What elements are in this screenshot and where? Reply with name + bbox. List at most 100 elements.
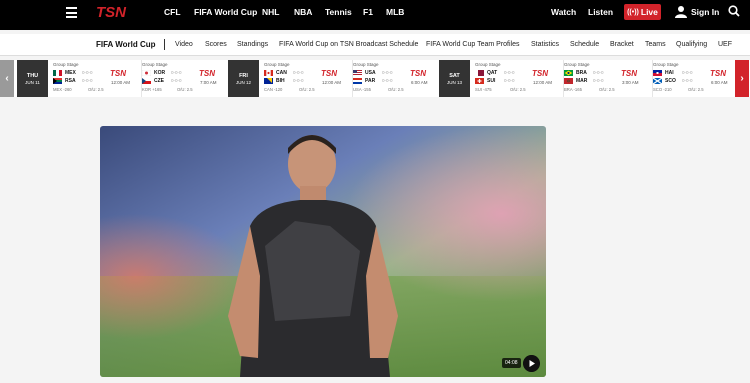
day-date: JUN 12 [235, 79, 251, 85]
svg-text:TSN: TSN [96, 4, 127, 20]
subnav-item-uefa[interactable]: UEF [718, 41, 732, 48]
flag-czechia-icon [142, 77, 151, 84]
day-tab-sat[interactable]: SAT JUN 13 [439, 60, 470, 97]
flag-morocco-icon [564, 77, 573, 84]
team-record: 0-0-0 [504, 78, 515, 83]
subnav-item-qualifying[interactable]: Qualifying [676, 41, 707, 48]
over-under: O/U: 2.5 [510, 87, 526, 92]
day-tab-thu[interactable]: THU JUN 11 [17, 60, 48, 97]
subnav-item-statistics[interactable]: Statistics [531, 41, 559, 48]
team-row: SCO 0-0-0 [653, 77, 693, 84]
team-code: RSA [65, 77, 76, 84]
team-record: 0-0-0 [171, 70, 182, 75]
top-navigation: TSN CFL FIFA World Cup NHL NBA Tennis F1… [0, 0, 750, 30]
tsn-network-logo: TSN [199, 69, 215, 77]
game-card[interactable]: Group Stage KOR 0-0-0 CZE 0-0-0 TSN 7:00… [139, 60, 231, 97]
over-under: O/U: 2.5 [599, 87, 615, 92]
game-stage: Group Stage [264, 62, 290, 67]
nav-link-nhl[interactable]: NHL [262, 7, 279, 17]
day-label: FRI [239, 72, 248, 79]
svg-text:TSN: TSN [321, 69, 337, 77]
live-label: Live [640, 7, 658, 17]
day-label: THU [26, 72, 39, 79]
game-time: 3:00 AM [622, 80, 639, 85]
subnav-item-bracket[interactable]: Bracket [610, 41, 634, 48]
team-row: BIH 0-0-0 [264, 77, 304, 84]
team-row: CZE 0-0-0 [142, 77, 182, 84]
game-card[interactable]: Group Stage BRA 0-0-0 MAR 0-0-0 TSN 3:00… [561, 60, 653, 97]
scoreboard-prev-button[interactable]: ‹ [0, 60, 14, 97]
team-record: 0-0-0 [171, 78, 182, 83]
live-button[interactable]: ((•)) Live [624, 4, 661, 20]
chevron-right-icon: › [740, 73, 744, 84]
team-record: 0-0-0 [82, 70, 93, 75]
nav-link-nba[interactable]: NBA [294, 7, 312, 17]
flag-switzerland-icon [475, 77, 484, 84]
user-icon[interactable] [675, 5, 687, 18]
betting-line: SUI -475 [475, 87, 492, 92]
game-stage: Group Stage [653, 62, 679, 67]
tsn-network-logo: TSN [321, 69, 337, 77]
team-record: 0-0-0 [382, 78, 393, 83]
sign-in-link[interactable]: Sign In [691, 7, 719, 17]
listen-link[interactable]: Listen [588, 7, 613, 17]
team-row: CAN 0-0-0 [264, 69, 304, 76]
game-card[interactable]: Group Stage QAT 0-0-0 SUI 0-0-0 TSN 12:0… [472, 60, 564, 97]
svg-text:TSN: TSN [621, 69, 637, 77]
game-time: 6:00 AM [411, 80, 428, 85]
scoreboard-next-button[interactable]: › [735, 60, 749, 97]
team-code: BRA [576, 69, 587, 76]
hamburger-menu-icon[interactable] [66, 7, 77, 18]
game-card[interactable]: Group Stage CAN 0-0-0 BIH 0-0-0 TSN 12:0… [261, 60, 353, 97]
team-record: 0-0-0 [593, 78, 604, 83]
team-code: HAI [665, 69, 674, 76]
day-label: SAT [449, 72, 460, 79]
svg-text:TSN: TSN [410, 69, 426, 77]
team-record: 0-0-0 [593, 70, 604, 75]
game-stage: Group Stage [353, 62, 379, 67]
team-row: RSA 0-0-0 [53, 77, 93, 84]
over-under: O/U: 2.5 [688, 87, 704, 92]
nav-link-mlb[interactable]: MLB [386, 7, 404, 17]
game-card[interactable]: Group Stage USA 0-0-0 PAR 0-0-0 TSN 6:00… [350, 60, 442, 97]
nav-link-fifa-world-cup[interactable]: FIFA World Cup [194, 7, 257, 17]
section-subnav: FIFA World Cup Video Scores Standings FI… [0, 34, 750, 56]
subnav-item-broadcast-schedule[interactable]: FIFA World Cup on TSN Broadcast Schedule [279, 41, 418, 48]
play-icon[interactable] [523, 355, 540, 372]
subnav-item-schedule[interactable]: Schedule [570, 41, 599, 48]
subnav-item-team-profiles[interactable]: FIFA World Cup Team Profiles [426, 41, 520, 48]
game-card[interactable]: Group Stage HAI 0-0-0 SCO 0-0-0 TSN 6:00… [650, 60, 742, 97]
live-broadcast-icon: ((•)) [627, 8, 639, 16]
nav-link-tennis[interactable]: Tennis [325, 7, 352, 17]
search-icon[interactable] [728, 5, 740, 17]
game-card[interactable]: Group Stage MEX 0-0-0 RSA 0-0-0 TSN 12:0… [50, 60, 142, 97]
team-code: CZE [154, 77, 164, 84]
team-row: MAR 0-0-0 [564, 77, 604, 84]
subnav-item-teams[interactable]: Teams [645, 41, 666, 48]
team-code: MAR [576, 77, 588, 84]
subnav-item-video[interactable]: Video [175, 41, 193, 48]
game-stage: Group Stage [53, 62, 79, 67]
section-title[interactable]: FIFA World Cup [96, 40, 156, 49]
flag-south-africa-icon [53, 77, 62, 84]
team-record: 0-0-0 [682, 78, 693, 83]
svg-text:TSN: TSN [532, 69, 548, 77]
team-code: USA [365, 69, 376, 76]
watch-link[interactable]: Watch [551, 7, 576, 17]
day-tab-fri[interactable]: FRI JUN 12 [228, 60, 259, 97]
scoreboard-strip: ‹ THU JUN 11 Group Stage MEX 0-0-0 RSA 0… [0, 60, 750, 97]
tsn-logo[interactable]: TSN [96, 4, 144, 20]
subnav-item-scores[interactable]: Scores [205, 41, 227, 48]
team-code: QAT [487, 69, 498, 76]
team-record: 0-0-0 [293, 78, 304, 83]
game-time: 12:00 AM [111, 80, 131, 85]
flag-mexico-icon [53, 69, 62, 76]
team-record: 0-0-0 [682, 70, 693, 75]
featured-video-player[interactable] [100, 126, 546, 377]
subnav-divider [164, 39, 165, 50]
svg-text:TSN: TSN [710, 69, 726, 77]
subnav-item-standings[interactable]: Standings [237, 41, 268, 48]
nav-link-f1[interactable]: F1 [363, 7, 373, 17]
nav-link-cfl[interactable]: CFL [164, 7, 181, 17]
video-duration: 04:08 [502, 358, 521, 368]
